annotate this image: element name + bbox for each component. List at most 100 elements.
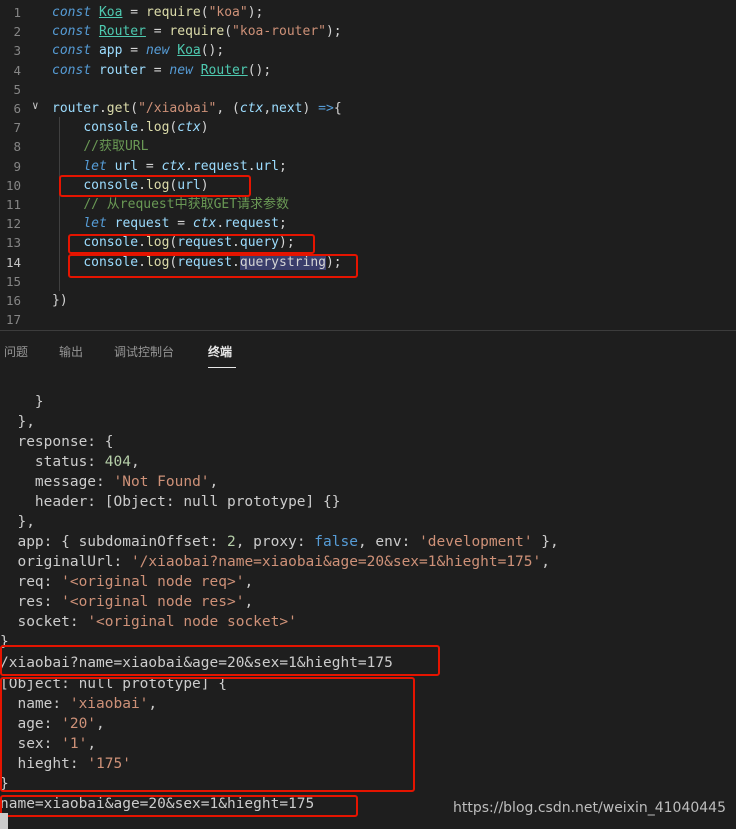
code-token: }) [52,293,68,308]
line-number: 8 [13,139,21,154]
panel-tabs: 问题 输出 调试控制台 终端 [0,331,736,373]
code-token: get [106,101,131,116]
code-token: ; [279,216,287,231]
code-text: let request = ctx.request; [52,214,287,233]
code-line[interactable]: 6 router.get("/xiaobai", (ctx,next) =>{ [0,99,736,118]
code-line[interactable]: 4 const router = new Router(); [0,61,736,80]
terminal-token: status: [0,454,105,470]
code-line[interactable]: 16}) [0,291,736,310]
terminal-token: req: [0,574,62,590]
terminal-token: res: [0,594,62,610]
code-token: new [145,43,178,58]
code-token: = [145,24,170,39]
code-token: { [333,101,342,116]
code-token: ) [302,101,319,116]
line-number: 16 [5,293,21,308]
code-token: => [318,101,334,116]
code-line[interactable]: 12 let request = ctx.request; [0,214,736,233]
tab-debug-console[interactable]: 调试控制台 [114,343,174,360]
code-text: const router = new Router(); [52,61,271,80]
terminal-token: response: { [0,434,114,450]
code-line[interactable]: 3 const app = new Koa(); [0,41,736,60]
terminal-line: message: 'Not Found', [0,472,218,492]
terminal-token: '<original node res>' [61,594,245,610]
code-token: app [98,43,123,58]
tab-terminal[interactable]: 终端 [208,343,232,360]
code-token: = [169,216,193,231]
code-token: ctx [177,120,201,135]
code-line[interactable]: 1 const Koa = require("koa"); [0,3,736,22]
terminal-token: message: [0,474,114,490]
terminal-line: }, [0,512,34,532]
code-token: ; [279,159,287,174]
code-line[interactable]: 11 // 从request中获取GET请求参数 [0,195,736,214]
highlight-box-url-output [0,645,440,676]
code-line[interactable]: 8 //获取URL [0,137,736,156]
tab-problems[interactable]: 问题 [4,343,28,360]
code-token: router [98,63,146,78]
code-token: ) [200,120,209,135]
code-token: next [271,101,303,116]
terminal-token: 'Not Found' [113,474,210,490]
code-token: ( [130,101,139,116]
code-line[interactable]: 7 console.log(ctx) [0,118,736,137]
terminal-token: , [244,594,254,610]
highlight-box-line-14 [68,254,358,278]
code-line[interactable]: 17 [0,310,736,329]
terminal-token: 404 [104,454,131,470]
terminal-token: header: [Object: null prototype] {} [0,494,341,510]
code-editor[interactable]: 1 const Koa = require("koa"); 2 const Route… [0,0,736,330]
line-number: 7 [13,120,21,135]
code-token: new [169,63,201,78]
terminal-line: socket: '<original node socket>' [0,612,296,632]
terminal-token: 2 [226,534,236,550]
active-tab-indicator [208,367,236,368]
line-number: 14 [5,255,21,270]
code-token: console [83,120,139,135]
code-token: Koa [177,43,201,58]
code-text: // 从request中获取GET请求参数 [52,195,289,214]
code-token: ctx [161,159,186,174]
line-number: 13 [5,235,21,250]
code-token: request [114,216,170,231]
highlight-box-querystring-output [0,795,358,817]
terminal-token: , proxy: [235,534,315,550]
code-token: url [114,159,139,174]
code-line[interactable]: 9 let url = ctx.request.url; [0,157,736,176]
terminal-token: , env: [357,534,420,550]
terminal-token: socket: [0,614,88,630]
code-token: = [145,63,170,78]
code-line[interactable]: 2 const Router = require("koa-router"); [0,22,736,41]
code-token: = [138,159,162,174]
code-token: (); [247,63,272,78]
highlight-box-line-13 [68,234,315,254]
terminal-token: }, [0,414,35,430]
tab-output[interactable]: 输出 [59,343,83,360]
code-token: = [122,5,146,20]
line-number: 17 [5,312,21,327]
code-token: const [52,63,99,78]
code-line[interactable]: 5 [0,80,736,99]
code-token: . [138,120,146,135]
terminal-token: }, [532,534,559,550]
code-text: const Router = require("koa-router"); [52,22,342,41]
code-token: . [185,159,193,174]
terminal-line: status: 404, [0,452,140,472]
terminal-line: req: '<original node req>', [0,572,253,592]
code-token: require [145,5,201,20]
terminal-token: } [0,394,44,410]
terminal-token: '<original node req>' [61,574,245,590]
code-token: //获取URL [83,139,149,154]
code-text: router.get("/xiaobai", (ctx,next) =>{ [52,99,342,118]
code-token: Router [200,63,248,78]
code-text: }) [52,291,68,310]
fold-chevron-icon[interactable]: ∨ [32,99,39,112]
code-text: const app = new Koa(); [52,41,224,60]
line-number: 2 [13,24,21,39]
code-token: ); [247,5,264,20]
terminal-line: app: { subdomainOffset: 2, proxy: false,… [0,532,559,552]
terminal-token: false [314,534,358,550]
code-token: url [255,159,280,174]
